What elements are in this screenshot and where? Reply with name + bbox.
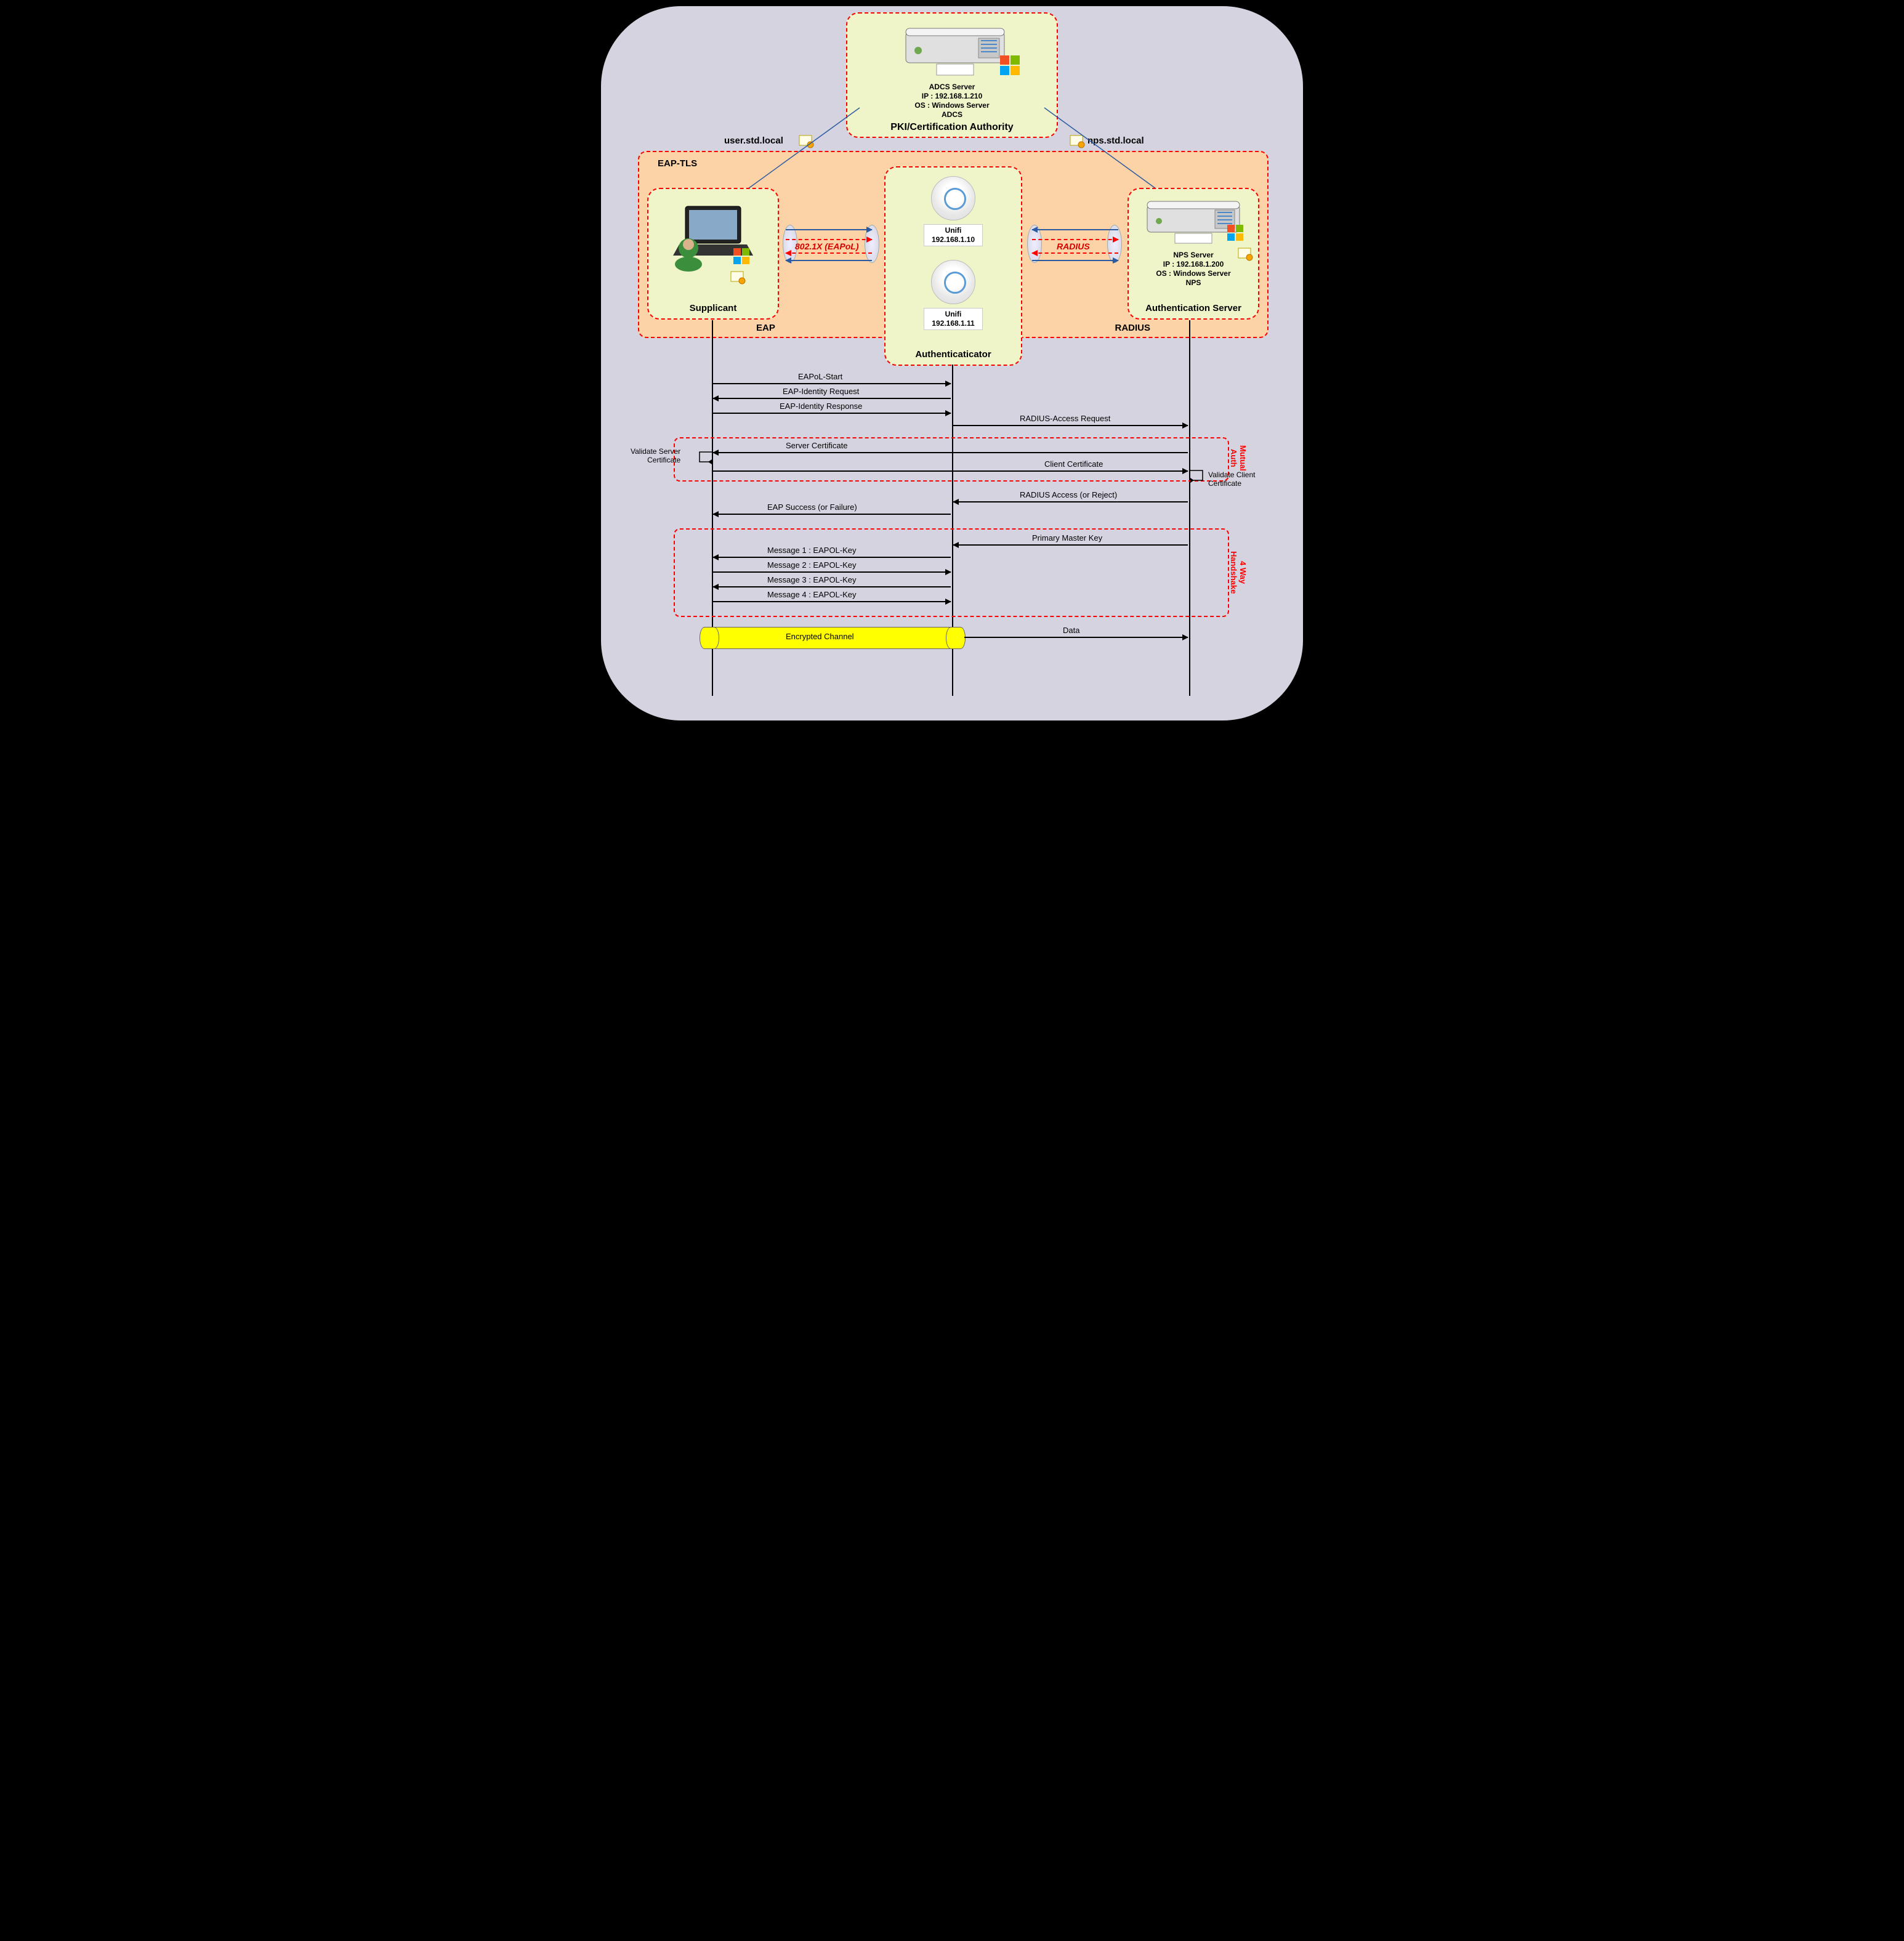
authserver-role: NPS	[1129, 278, 1258, 288]
certificate-icon	[730, 270, 746, 285]
blue-arrow	[786, 229, 872, 230]
seq-arrow	[953, 544, 1188, 546]
ap1-ip: 192.168.1.10	[926, 235, 981, 244]
seq-msg3: Message 3 : EAPOL-Key	[767, 575, 857, 584]
seq-arrow	[713, 601, 951, 602]
blue-arrow	[786, 260, 872, 261]
seq-arrow	[953, 501, 1188, 502]
red-arrow	[1032, 252, 1118, 254]
eapol-label: 802.1X (EAPoL)	[795, 241, 858, 251]
seq-client-cert: Client Certificate	[1044, 459, 1103, 469]
mutual-auth-box	[674, 437, 1229, 482]
server-icon	[894, 20, 1017, 87]
ap2-name: Unifi	[926, 310, 981, 319]
windows-icon	[1000, 55, 1021, 76]
lifeline-authserver	[1189, 320, 1190, 696]
pki-os: OS : Windows Server	[847, 101, 1057, 110]
seq-eap-id-req: EAP-Identity Request	[783, 387, 859, 396]
seq-msg4: Message 4 : EAPOL-Key	[767, 590, 857, 599]
seq-eap-id-resp: EAP-Identity Response	[780, 402, 862, 411]
seq-arrow	[713, 470, 1188, 472]
nps-cert-label: nps.std.local	[1087, 135, 1144, 146]
pki-ip: IP : 192.168.1.210	[847, 92, 1057, 101]
cylinder-cap-icon	[946, 627, 966, 649]
eap-label: EAP	[756, 323, 775, 333]
fourway-box	[674, 528, 1229, 617]
seq-eapol-start: EAPoL-Start	[798, 372, 842, 381]
seq-arrow	[964, 637, 1188, 638]
fourway-label: 4 Way Handshake	[1229, 542, 1248, 603]
validate-loop-icon	[695, 450, 713, 466]
seq-radius-req: RADIUS-Access Request	[1020, 414, 1110, 423]
authenticator-title: Authenticaticator	[885, 349, 1021, 360]
seq-server-cert: Server Certificate	[786, 441, 847, 450]
seq-arrow	[713, 586, 951, 587]
seq-pmk: Primary Master Key	[1032, 533, 1102, 543]
eaptls-label: EAP-TLS	[658, 158, 697, 169]
encrypted-channel-label: Encrypted Channel	[786, 632, 854, 641]
seq-eap-success: EAP Success (or Failure)	[767, 502, 857, 512]
radius-label: RADIUS	[1115, 323, 1150, 333]
seq-arrow	[713, 452, 1188, 453]
windows-icon	[1227, 225, 1244, 242]
authserver-name: NPS Server	[1129, 251, 1258, 260]
authserver-box: NPS Server IP : 192.168.1.200 OS : Windo…	[1127, 188, 1259, 320]
ap1-name: Unifi	[926, 226, 981, 235]
red-arrow	[786, 252, 872, 254]
access-point-icon	[931, 260, 975, 304]
windows-icon	[733, 248, 751, 265]
validate-client-label: Validate Client Certificate	[1208, 470, 1256, 488]
red-arrow	[786, 239, 872, 240]
user-cert-label: user.std.local	[724, 135, 783, 146]
authserver-os: OS : Windows Server	[1129, 269, 1258, 278]
authserver-ip: IP : 192.168.1.200	[1129, 260, 1258, 269]
blue-arrow	[1032, 229, 1118, 230]
validate-loop-icon	[1189, 468, 1208, 484]
radius-proto-label: RADIUS	[1057, 241, 1090, 251]
seq-arrow	[713, 514, 951, 515]
supplicant-title: Supplicant	[648, 303, 778, 313]
ap2-label: Unifi 192.168.1.11	[924, 308, 983, 330]
authserver-title: Authentication Server	[1129, 303, 1258, 313]
seq-arrow	[713, 413, 951, 414]
ap2-ip: 192.168.1.11	[926, 319, 981, 328]
red-arrow	[1032, 239, 1118, 240]
certificate-icon	[798, 134, 814, 149]
validate-server-label: Validate Server Certificate	[631, 447, 680, 464]
supplicant-box: Supplicant	[647, 188, 779, 320]
seq-arrow	[713, 571, 951, 573]
diagram-canvas: ADCS Server IP : 192.168.1.210 OS : Wind…	[601, 6, 1303, 720]
ap1-label: Unifi 192.168.1.10	[924, 224, 983, 246]
authenticator-box: Unifi 192.168.1.10 Unifi 192.168.1.11 Au…	[884, 166, 1022, 366]
seq-msg1: Message 1 : EAPOL-Key	[767, 546, 857, 555]
access-point-icon	[931, 176, 975, 220]
pki-box: ADCS Server IP : 192.168.1.210 OS : Wind…	[846, 12, 1058, 138]
pki-name: ADCS Server	[847, 83, 1057, 92]
pki-title: PKI/Certification Authority	[847, 122, 1057, 133]
seq-arrow	[713, 383, 951, 384]
pki-role: ADCS	[847, 110, 1057, 119]
seq-arrow	[953, 425, 1188, 426]
cylinder-cap-icon	[700, 627, 719, 649]
seq-radius-access: RADIUS Access (or Reject)	[1020, 490, 1117, 499]
blue-arrow	[1032, 260, 1118, 261]
seq-data: Data	[1063, 626, 1079, 635]
seq-arrow	[713, 398, 951, 399]
pki-details: ADCS Server IP : 192.168.1.210 OS : Wind…	[847, 83, 1057, 119]
certificate-icon	[1069, 134, 1085, 149]
seq-arrow	[713, 557, 951, 558]
seq-msg2: Message 2 : EAPOL-Key	[767, 560, 857, 570]
authserver-details: NPS Server IP : 192.168.1.200 OS : Windo…	[1129, 251, 1258, 288]
